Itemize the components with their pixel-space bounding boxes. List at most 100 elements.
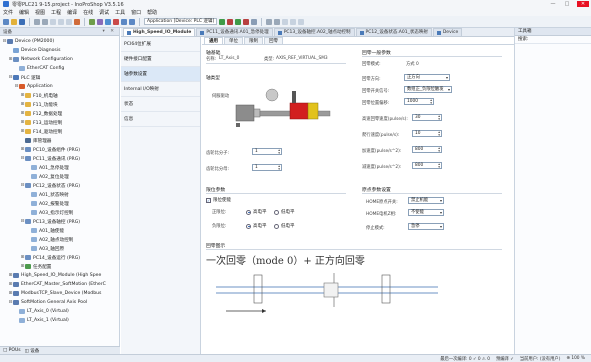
home-z-select[interactable]: 不使能 ▾ [408,209,444,216]
document-tab[interactable]: High_Speed_IO_Module [123,28,196,36]
run-icon[interactable] [235,18,242,25]
menu-item[interactable]: 编辑 [19,9,29,16]
tree-node[interactable]: A01_轴使能 [2,226,119,235]
menu-item[interactable]: 工具 [115,9,125,16]
close-button[interactable]: ✕ [577,1,589,7]
homing-switch-select[interactable]: 数组正_负限位触发 ▾ [404,86,452,93]
toolbox-search-label[interactable]: 搜索: [515,36,591,44]
tree-node[interactable]: ⊟ Application [2,82,119,91]
forward-limit-high-radio[interactable]: 高电平 [246,209,267,215]
tree-node[interactable]: ⊞ F13_运动控制 [2,118,119,127]
undo-icon[interactable] [34,18,40,25]
reverse-limit-high-radio[interactable]: 高电平 [246,223,267,229]
tree-node[interactable]: LT_Axis_0 (Virtual) [2,307,119,316]
step-into-icon[interactable] [266,18,273,25]
active-application-select[interactable]: Application [Device: PLC 逻辑] [144,18,218,25]
menu-item[interactable]: 窗口 [131,9,141,16]
tree-node[interactable]: A03_指示灯控制 [2,208,119,217]
logout-icon[interactable] [227,18,234,25]
step-out-icon[interactable] [274,18,281,25]
document-tab[interactable]: Device [432,28,463,36]
nav-item[interactable]: 轴参数设置 [121,67,200,82]
spinner-arrows-icon[interactable]: ▴ ▾ [278,148,280,154]
high-speed-input[interactable]: 30 ▴ ▾ [412,114,442,121]
tab-devices[interactable]: ◫ 设备 [25,348,40,354]
config-sub-tab[interactable]: 限制 [244,37,263,44]
low-speed-input[interactable]: 10 ▴ ▾ [412,130,442,137]
tree-node[interactable]: ⊟ Device (PM2000) [2,37,119,46]
more-tools-icon[interactable] [298,18,305,25]
tree-node[interactable]: ⊟ PLC 逻辑 [2,73,119,82]
trace-icon[interactable] [290,18,297,25]
spinner-arrows-icon[interactable]: ▴ ▾ [430,98,432,104]
panel-pin-close-icon[interactable]: ▾ ✕ [103,29,116,34]
acceleration-input[interactable]: 800 ▴ ▾ [412,146,442,153]
menu-item[interactable]: 调试 [99,9,109,16]
document-tab[interactable]: PC12_设备状态.A01_状态映射 [355,28,432,36]
tree-node[interactable]: A03_轴回原 [2,244,119,253]
spinner-arrows-icon[interactable]: ▴ ▾ [438,130,440,136]
tree-node[interactable]: A01_状态映射 [2,190,119,199]
redo-icon[interactable] [42,18,48,25]
document-tab[interactable]: PC11_设备通讯.A01_急停处理 [196,28,273,36]
login-icon[interactable] [219,18,226,25]
open-folder-icon[interactable] [11,18,17,25]
tree-node[interactable]: ⊞ PC14_设备运行 (PRG) [2,253,119,262]
paste-icon[interactable] [66,18,72,25]
nav-item[interactable]: Internal I/O映射 [121,82,200,97]
reverse-limit-low-radio[interactable]: 低电平 [274,223,295,229]
menu-item[interactable]: 帮助 [147,9,157,16]
new-project-icon[interactable] [3,18,9,25]
spinner-arrows-icon[interactable]: ▴ ▾ [278,164,280,170]
step-icon[interactable] [121,18,127,25]
forward-limit-low-radio[interactable]: 低电平 [274,209,295,215]
bookmark-icon[interactable] [97,18,103,25]
menu-item[interactable]: 文件 [3,9,13,16]
tree-node[interactable]: LT_Axis_1 (Virtual) [2,316,119,325]
tree-node[interactable]: A02_复位处理 [2,172,119,181]
tree-node[interactable]: A02_报警处理 [2,199,119,208]
tree-node[interactable]: A01_急停处理 [2,163,119,172]
find-icon[interactable] [89,18,95,25]
stop-mode-select[interactable]: 急停 ▾ [408,223,444,230]
config-sub-tab[interactable]: 回零 [264,37,283,44]
tree-node[interactable]: ⊟ SoftMotion General Axis Pool [2,298,119,307]
step-over-icon[interactable] [129,18,135,25]
tree-node[interactable]: A02_轴点动控制 [2,235,119,244]
spinner-arrows-icon[interactable]: ▴ ▾ [438,114,440,120]
maximize-button[interactable]: □ [563,1,571,7]
nav-item[interactable]: 硬件接口配置 [121,52,200,67]
nav-item[interactable]: 状态 [121,97,200,112]
tree-node[interactable]: 库管理器 [2,136,119,145]
tree-node[interactable]: ⊞ 任务配置 [2,262,119,271]
delete-icon[interactable] [74,18,80,25]
breakpoint-icon[interactable] [113,18,119,25]
menu-item[interactable]: 视图 [35,9,45,16]
menu-item[interactable]: 编译 [67,9,77,16]
spinner-arrows-icon[interactable]: ▴ ▾ [438,162,440,168]
limit-enable-checkbox[interactable]: ✓ 限位使能 [206,197,231,203]
tab-pous[interactable]: □ POUs [3,348,21,353]
tree-node[interactable]: ⊞ F11_功能块 [2,100,119,109]
tree-node[interactable]: ⊞ F10_机电轴 [2,91,119,100]
tree-node[interactable]: ⊞ ModbusTCP_Slave_Device (Modbus [2,289,119,298]
cut-icon[interactable] [50,18,56,25]
config-sub-tab[interactable]: 通用 [204,37,223,44]
copy-icon[interactable] [58,18,64,25]
deceleration-input[interactable]: 800 ▴ ▾ [412,162,442,169]
watch-icon[interactable] [282,18,289,25]
build-icon[interactable] [105,18,111,25]
tree-node[interactable]: EtherCAT Config [2,64,119,73]
stop-icon[interactable] [243,18,250,25]
tree-node[interactable]: ⊟ PC12_设备状态 (PRG) [2,181,119,190]
menu-item[interactable]: 在线 [83,9,93,16]
tree-node[interactable]: ⊞ F14_驱动控制 [2,127,119,136]
reset-icon[interactable] [251,18,258,25]
gear-numerator-input[interactable]: 1 ▴ ▾ [252,148,282,155]
homing-offset-input[interactable]: 1000 ▴ ▾ [404,98,434,105]
tree-node[interactable]: ⊟ PC13_设备轴控 (PRG) [2,217,119,226]
homing-direction-select[interactable]: 正方向 ▾ [404,74,450,81]
tree-node[interactable]: ⊞ EtherCAT_Master_SoftMotion (EtherC [2,280,119,289]
tree-node[interactable]: ⊞ Network Configuration [2,55,119,64]
menu-item[interactable]: 工程 [51,9,61,16]
